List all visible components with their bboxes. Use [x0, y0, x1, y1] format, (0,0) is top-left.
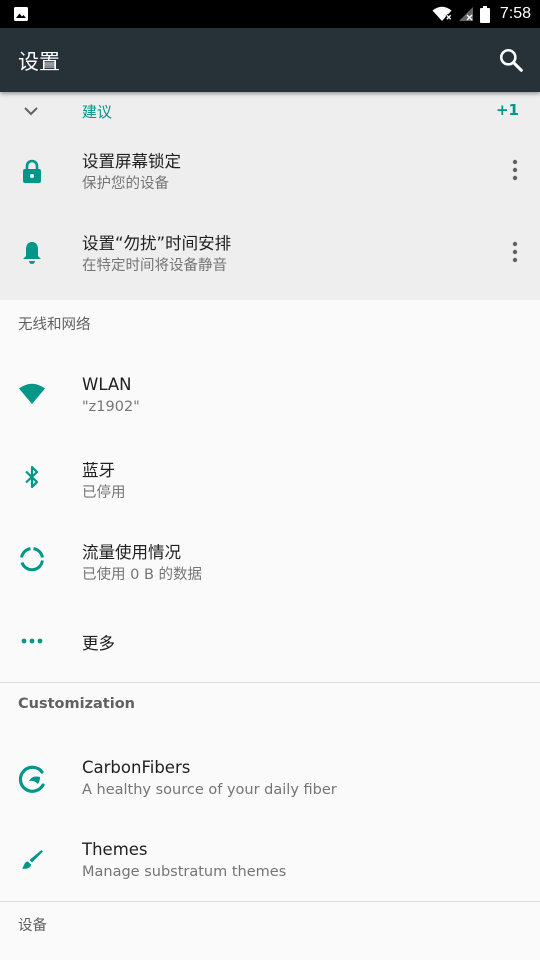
wifi-icon [432, 6, 452, 21]
item-title: 更多 [82, 634, 115, 653]
item-title: 蓝牙 [82, 461, 115, 480]
bluetooth-icon [25, 465, 39, 489]
page-title: 设置 [18, 50, 60, 74]
more-vert-icon[interactable] [510, 240, 520, 264]
wifi-icon [19, 383, 45, 404]
item-title: Themes [82, 840, 148, 859]
section-title-customization: Customization [18, 696, 135, 712]
item-summary: 已使用 0 B 的数据 [82, 567, 202, 583]
suggestion-title: 设置屏幕锁定 [82, 152, 181, 171]
settings-item-themes[interactable]: Themes Manage substratum themes [0, 819, 540, 901]
more-horizontal-icon [21, 638, 43, 644]
data-usage-icon [20, 547, 44, 572]
section-divider [0, 901, 540, 902]
chevron-down-icon[interactable] [22, 102, 40, 120]
suggestions-panel: 建议 +1 设置屏幕锁定 保护您的设备 设置“勿扰”时间安排 在特定时间将设备静… [0, 92, 540, 300]
search-icon[interactable] [498, 47, 524, 73]
section-title-wireless: 无线和网络 [18, 317, 91, 333]
suggestion-summary: 在特定时间将设备静音 [82, 258, 227, 274]
settings-item-data-usage[interactable]: 流量使用情况 已使用 0 B 的数据 [0, 519, 540, 601]
item-title: CarbonFibers [82, 758, 191, 777]
section-title-device: 设备 [18, 918, 47, 934]
battery-icon [479, 5, 490, 23]
app-toolbar: 设置 [0, 28, 540, 92]
suggestion-summary: 保护您的设备 [82, 176, 169, 192]
bell-icon [23, 242, 41, 264]
section-divider [0, 682, 540, 683]
item-title: WLAN [82, 375, 132, 394]
item-summary: "z1902" [82, 399, 140, 415]
settings-item-more[interactable]: 更多 [0, 601, 540, 681]
suggestion-item-screen-lock[interactable]: 设置屏幕锁定 保护您的设备 [0, 130, 540, 212]
suggestions-count: +1 [495, 101, 519, 119]
brush-icon [22, 850, 43, 869]
more-vert-icon[interactable] [510, 158, 520, 182]
suggestion-item-dnd[interactable]: 设置“勿扰”时间安排 在特定时间将设备静音 [0, 212, 540, 294]
item-summary: A healthy source of your daily fiber [82, 782, 337, 798]
image-icon [14, 7, 28, 21]
suggestions-label: 建议 [82, 103, 113, 121]
suggestion-title: 设置“勿扰”时间安排 [82, 234, 232, 253]
item-summary: Manage substratum themes [82, 864, 287, 880]
status-bar: 7:58 [0, 0, 540, 28]
no-signal-icon [458, 7, 473, 21]
settings-item-bluetooth[interactable]: 蓝牙 已停用 [0, 437, 540, 519]
carbonfibers-icon [18, 765, 45, 793]
lock-icon [23, 159, 41, 183]
status-time: 7:58 [499, 5, 531, 22]
settings-item-wlan[interactable]: WLAN "z1902" [0, 355, 540, 437]
suggestions-header[interactable]: 建议 +1 [0, 92, 540, 130]
item-summary: 已停用 [82, 485, 126, 501]
settings-item-carbonfibers[interactable]: CarbonFibers A healthy source of your da… [0, 737, 540, 819]
item-title: 流量使用情况 [82, 543, 181, 562]
